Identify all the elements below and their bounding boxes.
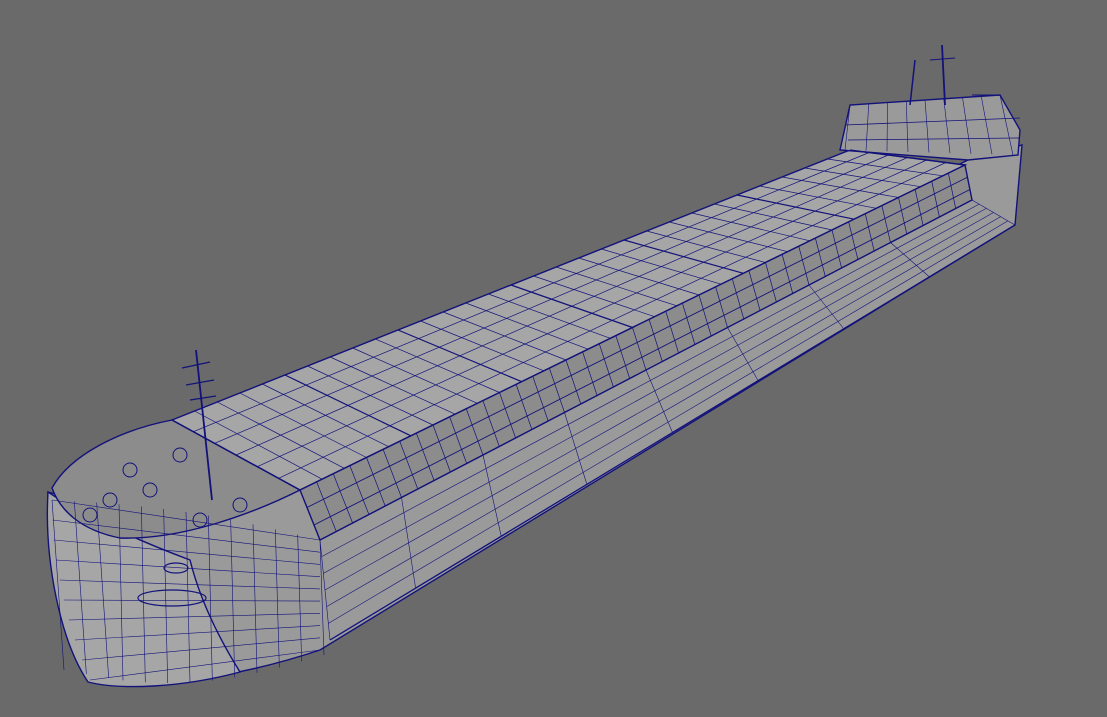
wire-edge xyxy=(189,395,217,401)
wire-edge xyxy=(909,59,916,106)
wire-edge xyxy=(181,361,211,369)
ship-wireframe-model[interactable] xyxy=(0,0,1107,717)
aft-superstructure xyxy=(839,94,1021,161)
3d-viewport[interactable] xyxy=(0,0,1107,717)
wire-edge xyxy=(941,44,946,106)
